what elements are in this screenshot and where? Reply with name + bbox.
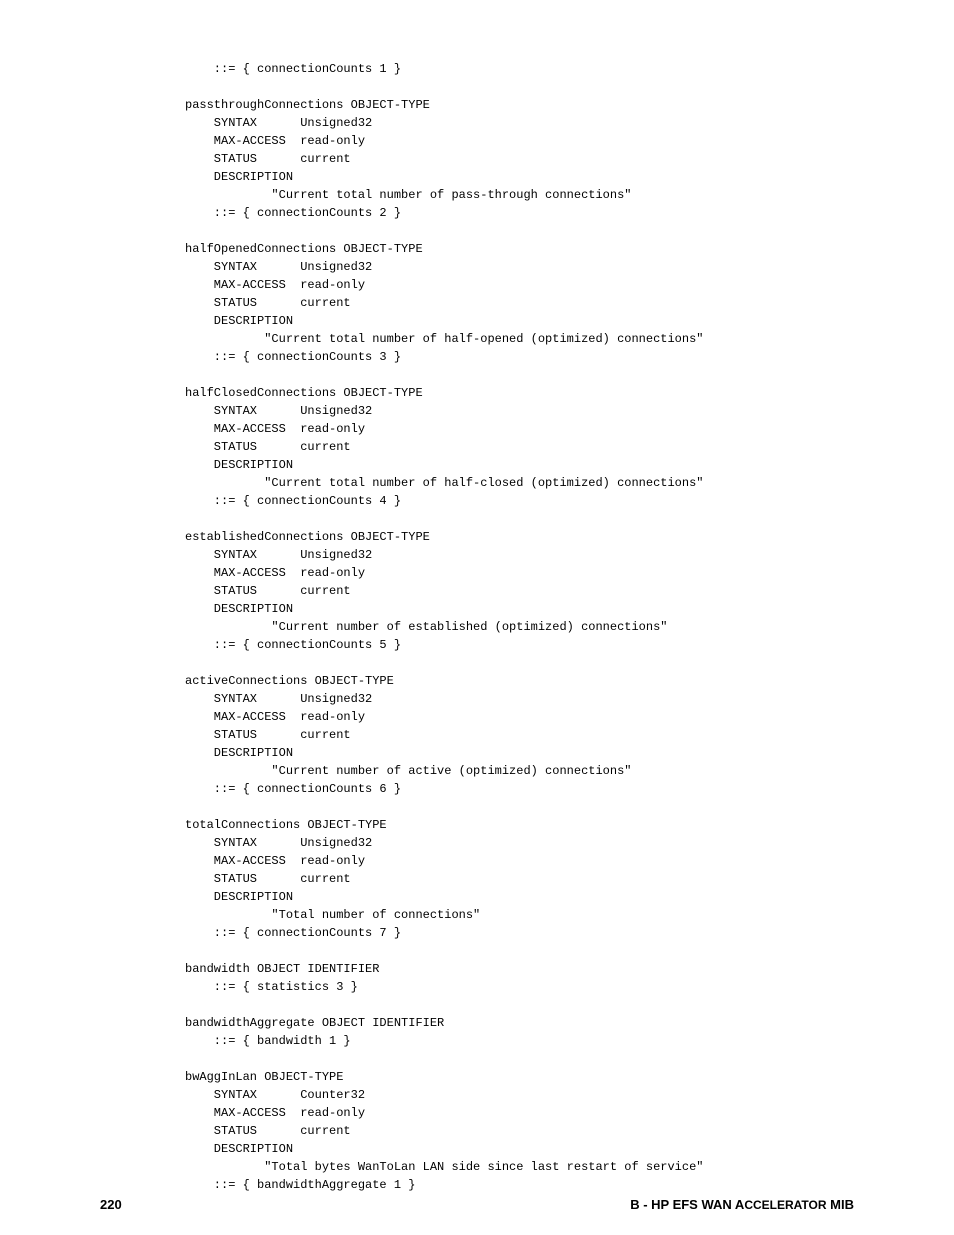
code-text: ::= { connectionCounts 1 } passthroughCo… [185,62,703,1192]
footer-title: B - HP EFS WAN ACCELERATOR MIB [630,1195,854,1215]
page-number: 220 [100,1195,122,1215]
mib-code-block: ::= { connectionCounts 1 } passthroughCo… [185,0,954,1194]
